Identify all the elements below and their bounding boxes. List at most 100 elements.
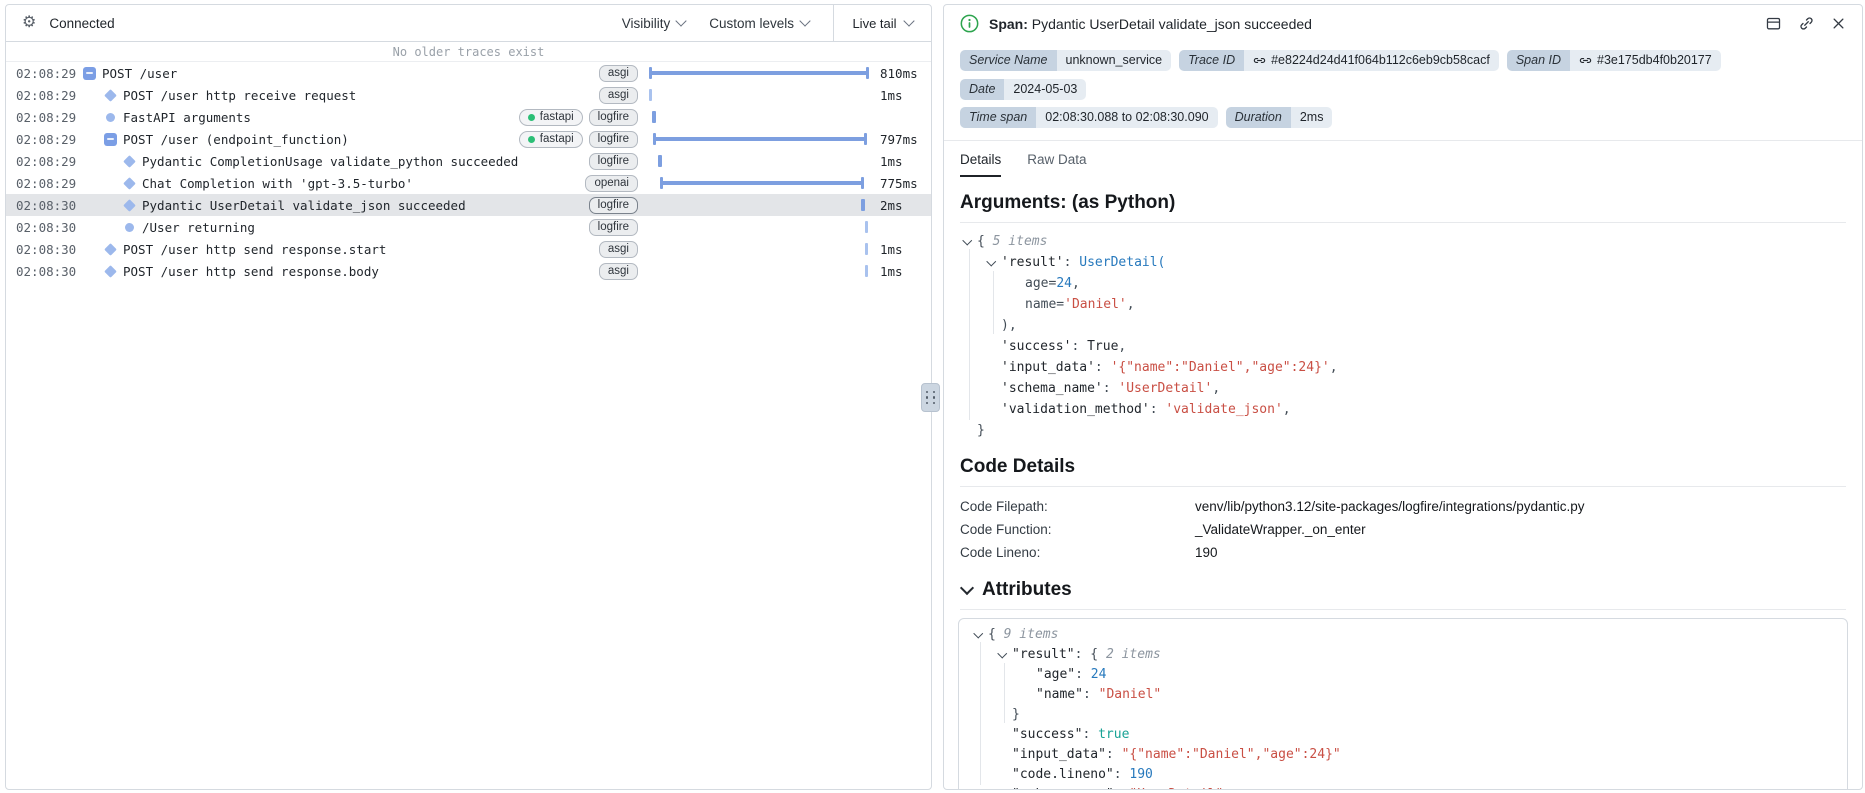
code-line: "result": { 2 items xyxy=(971,645,1835,665)
collapse-minus-icon[interactable] xyxy=(103,128,117,150)
trace-row-duration: 797ms xyxy=(880,132,918,147)
trace-row-label: POST /user (endpoint_function) xyxy=(123,132,349,147)
log-circle-icon xyxy=(103,106,117,128)
trace-row-label: POST /user xyxy=(102,66,178,81)
code-line: 'result': UserDetail( xyxy=(960,252,1846,273)
tree-collapse-chevron-icon[interactable] xyxy=(999,645,1012,665)
log-circle-icon xyxy=(122,216,136,238)
trace-row-label: Pydantic UserDetail validate_json succee… xyxy=(142,198,466,213)
tab-details[interactable]: Details xyxy=(960,152,1002,177)
indent-guide xyxy=(969,249,970,420)
duration-bar xyxy=(649,84,869,106)
tree-collapse-chevron-icon[interactable] xyxy=(988,252,1001,273)
code-line: "success": true xyxy=(1012,727,1130,742)
meta-value[interactable]: #3e175db4f0b20177 xyxy=(1570,50,1721,71)
trace-row-timestamp: 02:08:30 xyxy=(16,220,77,235)
meta-label: Time span xyxy=(960,107,1037,128)
meta-value[interactable]: #e8224d24d41f064b112c6eb9cb58cacf xyxy=(1244,50,1499,71)
attributes-heading: Attributes xyxy=(959,579,1846,601)
trace-row[interactable]: 02:08:29 POST /user (endpoint_function) fa… xyxy=(6,128,931,150)
span-title-text: Pydantic UserDetail validate_json succee… xyxy=(1031,15,1312,32)
meta-label: Trace ID xyxy=(1179,50,1245,71)
trace-row[interactable]: 02:08:29 Chat Completion with 'gpt-3.5-tu… xyxy=(6,172,931,194)
trace-rows: 02:08:29 POST /user asgi 810ms 02:08:29 POST … xyxy=(6,62,931,282)
trace-row-label: POST /user http receive request xyxy=(123,88,357,103)
meta-label: Date xyxy=(960,79,1005,100)
code-line: { 5 items xyxy=(960,231,1846,252)
span-title: Span: Pydantic UserDetail validate_json … xyxy=(989,16,1312,32)
scope-badge-logfire: logfire xyxy=(588,109,638,126)
divider xyxy=(960,609,1846,610)
live-tail-label: Live tail xyxy=(852,15,897,31)
meta-value: 2ms xyxy=(1290,107,1333,128)
tree-collapse-chevron-icon[interactable] xyxy=(975,625,988,645)
trace-row-timestamp: 02:08:29 xyxy=(16,110,77,125)
visibility-dropdown[interactable]: Visibility xyxy=(621,15,687,31)
code-line: "schema_name": "UserDetail" xyxy=(971,785,1835,789)
collapse-minus-icon[interactable] xyxy=(82,62,96,84)
visibility-label: Visibility xyxy=(621,15,671,31)
gear-icon[interactable]: ⚙ xyxy=(22,15,36,31)
code-line: "input_data": "{"name":"Daniel","age":24… xyxy=(1012,747,1341,762)
trace-row-duration: 1ms xyxy=(880,242,903,257)
meta-badge-duration: Duration 2ms xyxy=(1225,107,1333,128)
dock-panel-icon[interactable] xyxy=(1765,15,1782,32)
trace-row-timestamp: 02:08:30 xyxy=(16,264,77,279)
duration-bar xyxy=(649,260,869,282)
duration-bar xyxy=(649,106,869,128)
trace-row[interactable]: 02:08:29 FastAPI arguments fastapi logfire xyxy=(6,106,931,128)
code-line: age=24, xyxy=(1025,276,1080,291)
chevron-down-icon xyxy=(902,15,915,27)
trace-row[interactable]: 02:08:29 Pydantic CompletionUsage validat… xyxy=(6,150,931,172)
meta-badge-service-name: Service Name unknown_service xyxy=(960,50,1172,71)
attributes-json-box: { 9 items "result": { 2 items "age": 24 "na… xyxy=(958,618,1848,789)
attributes-heading-label: Attributes xyxy=(982,579,1072,600)
trace-row[interactable]: 02:08:30/User returning logfire xyxy=(6,216,931,238)
tab-raw-data[interactable]: Raw Data xyxy=(1027,152,1086,177)
meta-value: 2024-05-03 xyxy=(1004,79,1087,100)
chevron-down-icon[interactable] xyxy=(959,580,975,596)
code-detail-value: 190 xyxy=(1195,545,1218,560)
code-line: "age": 24 xyxy=(1036,667,1107,682)
code-line: "code.lineno": 190 xyxy=(1012,767,1153,782)
copy-link-icon[interactable] xyxy=(1794,11,1818,35)
trace-row-label: POST /user http send response.start xyxy=(123,242,387,257)
trace-row[interactable]: 02:08:29 POST /user http receive request a… xyxy=(6,84,931,106)
meta-badge-time-span: Time span 02:08:30.088 to 02:08:30.090 xyxy=(960,107,1218,128)
divider xyxy=(960,486,1846,487)
span-meta: Service Name unknown_service Trace ID #e822… xyxy=(944,37,1862,141)
tree-collapse-chevron-icon[interactable] xyxy=(964,231,977,252)
trace-row-timestamp: 02:08:29 xyxy=(16,154,77,169)
no-older-traces-banner: No older traces exist xyxy=(6,42,931,62)
live-tail-dropdown[interactable]: Live tail xyxy=(833,5,931,41)
scope-badge-logfire: logfire xyxy=(588,131,638,148)
scope-badge-logfire: logfire xyxy=(588,197,638,214)
trace-row[interactable]: 02:08:30 POST /user http send response.bo… xyxy=(6,260,931,282)
trace-row[interactable]: 02:08:30 Pydantic UserDetail validate_jso… xyxy=(6,194,931,216)
scope-badge-fastapi: fastapi xyxy=(518,131,583,148)
panel-resize-handle[interactable] xyxy=(921,383,940,412)
code-detail-label: Code Filepath: xyxy=(960,499,1048,514)
custom-levels-dropdown[interactable]: Custom levels xyxy=(709,15,811,31)
code-detail-value: _ValidateWrapper._on_enter xyxy=(1195,522,1366,537)
span-diamond-icon xyxy=(103,84,117,106)
info-icon xyxy=(960,14,979,33)
trace-row[interactable]: 02:08:30 POST /user http send response.st… xyxy=(6,238,931,260)
scope-badge-logfire: logfire xyxy=(588,219,638,236)
meta-label: Duration xyxy=(1225,107,1291,128)
code-line: 'input_data': '{"name":"Daniel","age":24… xyxy=(1001,360,1338,375)
meta-label: Span ID xyxy=(1506,50,1570,71)
trace-row[interactable]: 02:08:29 POST /user asgi 810ms xyxy=(6,62,931,84)
arguments-heading: Arguments: (as Python) xyxy=(960,192,1176,213)
close-icon[interactable] xyxy=(1831,16,1846,31)
duration-bar xyxy=(649,172,869,194)
code-detail-label: Code Lineno: xyxy=(960,545,1041,560)
code-line: } xyxy=(977,423,985,438)
code-detail-value: venv/lib/python3.12/site-packages/logfir… xyxy=(1195,499,1585,514)
duration-bar xyxy=(649,128,869,150)
duration-bar xyxy=(649,216,869,238)
trace-row-timestamp: 02:08:29 xyxy=(16,132,77,147)
code-line: "name": "Daniel" xyxy=(1036,687,1162,702)
meta-value: 02:08:30.088 to 02:08:30.090 xyxy=(1036,107,1218,128)
trace-row-timestamp: 02:08:30 xyxy=(16,242,77,257)
